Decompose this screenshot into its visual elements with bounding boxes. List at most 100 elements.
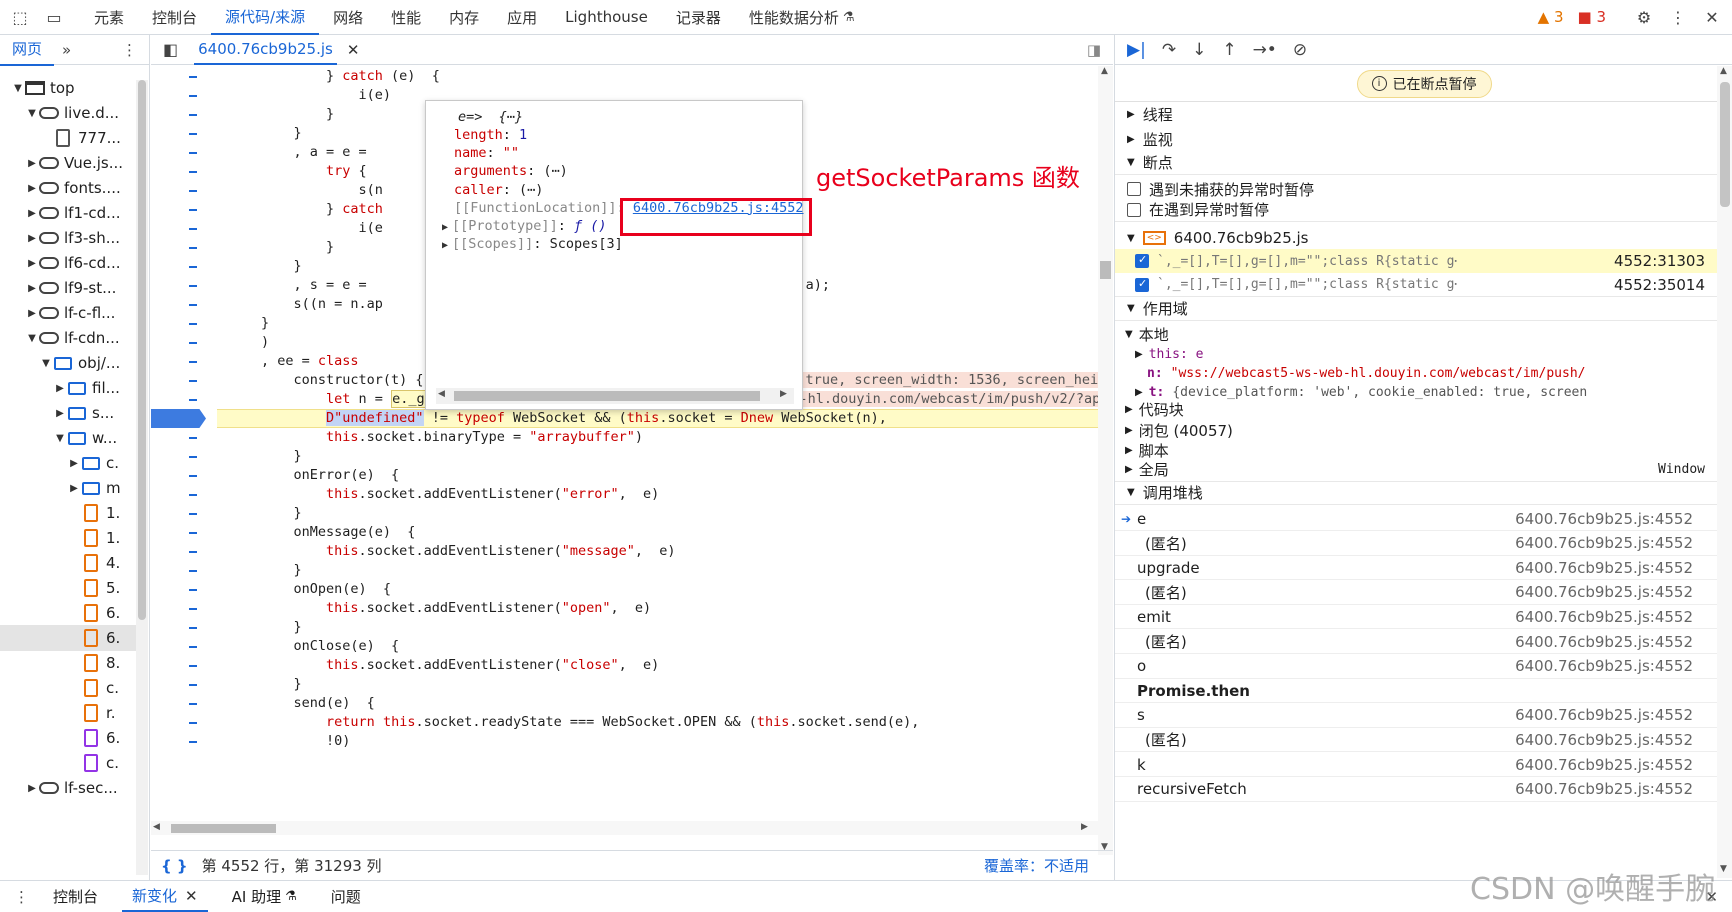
tree-item[interactable]: r. bbox=[0, 700, 136, 726]
call-frame[interactable]: o 6400.76cb9b25.js:4552 bbox=[1115, 655, 1717, 679]
threads-section[interactable]: ▶ 线程 bbox=[1115, 102, 1717, 126]
scope-section[interactable]: ▼ 作用域 bbox=[1115, 297, 1717, 321]
inspect-element-icon[interactable]: ⬚ bbox=[6, 3, 34, 31]
drawer-tab-0[interactable]: 控制台 bbox=[43, 881, 108, 912]
tree-item[interactable]: ▶ lf1-cd... bbox=[0, 200, 136, 226]
line-gutter-marker[interactable] bbox=[189, 209, 197, 211]
call-frame[interactable]: recursiveFetch 6400.76cb9b25.js:4552 bbox=[1115, 778, 1717, 802]
call-frame[interactable]: s 6400.76cb9b25.js:4552 bbox=[1115, 704, 1717, 728]
tab-9[interactable]: 性能数据分析 bbox=[735, 0, 853, 35]
line-gutter-marker[interactable] bbox=[189, 551, 197, 553]
breakpoints-section[interactable]: ▼ 断点 bbox=[1115, 151, 1717, 175]
expand-arrow-right-icon[interactable]: ▶ bbox=[54, 408, 66, 419]
tree-scrollbar-thumb[interactable] bbox=[138, 80, 146, 620]
line-gutter-marker[interactable] bbox=[189, 399, 197, 401]
line-gutter-marker[interactable] bbox=[189, 76, 197, 78]
line-gutter-marker[interactable] bbox=[189, 114, 197, 116]
sidebar-scroll-down-icon[interactable]: ▼ bbox=[1720, 864, 1727, 874]
call-frame-location[interactable]: 6400.76cb9b25.js:4552 bbox=[1515, 608, 1693, 626]
scroll-right-icon[interactable]: ▶ bbox=[1081, 822, 1088, 832]
popover-scrollbar-thumb[interactable] bbox=[454, 391, 760, 401]
settings-gear-icon[interactable]: ⚙ bbox=[1630, 3, 1658, 31]
expand-arrow-right-icon[interactable]: ▶ bbox=[26, 183, 38, 194]
expand-arrow-down-icon[interactable]: ▼ bbox=[1125, 329, 1133, 340]
step-out-icon[interactable]: ↑ bbox=[1222, 40, 1236, 60]
scroll-left-icon[interactable]: ◀ bbox=[153, 822, 160, 832]
expand-arrow-down-icon[interactable]: ▼ bbox=[1127, 233, 1135, 244]
warnings-badge[interactable]: ▲ 3 bbox=[1538, 8, 1564, 26]
line-gutter-marker[interactable] bbox=[189, 323, 197, 325]
pause-uncaught-checkbox[interactable] bbox=[1127, 182, 1141, 196]
expand-arrow-right-icon[interactable]: ▶ bbox=[68, 458, 80, 469]
line-gutter-marker[interactable] bbox=[189, 475, 197, 477]
expand-arrow-right-icon[interactable]: ▶ bbox=[26, 308, 38, 319]
deactivate-breakpoints-icon[interactable]: ⊘ bbox=[1293, 40, 1307, 60]
popover-property[interactable]: ▶ [[Prototype]]: ƒ () bbox=[442, 218, 606, 234]
expand-arrow-right-icon[interactable]: ▶ bbox=[26, 283, 38, 294]
popover-property[interactable]: length: 1 bbox=[454, 127, 527, 143]
line-gutter-marker[interactable] bbox=[189, 304, 197, 306]
expand-arrow-down-icon[interactable]: ▼ bbox=[26, 108, 38, 119]
line-gutter-marker[interactable] bbox=[189, 646, 197, 648]
drawer-tab-1[interactable]: 新变化 ✕ bbox=[122, 881, 208, 912]
expand-arrow-down-icon[interactable]: ▼ bbox=[12, 83, 24, 94]
call-frame[interactable]: upgrade 6400.76cb9b25.js:4552 bbox=[1115, 556, 1717, 581]
tree-item[interactable]: 1. bbox=[0, 500, 136, 526]
line-gutter-marker[interactable] bbox=[189, 342, 197, 344]
tree-item[interactable]: ▶ c. bbox=[0, 450, 136, 476]
expand-arrow-right-icon[interactable]: ▶ bbox=[1125, 425, 1133, 436]
drawer-tab-2[interactable]: AI 助理 ⚗ bbox=[222, 881, 307, 912]
tab-0[interactable]: 元素 bbox=[80, 0, 138, 35]
call-frame-location[interactable]: 6400.76cb9b25.js:4552 bbox=[1515, 633, 1693, 651]
device-toolbar-icon[interactable]: ▭ bbox=[40, 3, 68, 31]
call-frame-location[interactable]: 6400.76cb9b25.js:4552 bbox=[1515, 534, 1693, 552]
editor-vscrollbar[interactable]: ▲ ▼ bbox=[1098, 66, 1113, 855]
pretty-print-icon[interactable]: { } bbox=[161, 857, 188, 875]
tree-item[interactable]: 6. bbox=[0, 600, 136, 626]
call-frame[interactable]: (匿名) 6400.76cb9b25.js:4552 bbox=[1115, 728, 1717, 753]
sidebar-scrollbar[interactable]: ▲ ▼ bbox=[1717, 66, 1732, 878]
drawer-tab-3[interactable]: 问题 bbox=[321, 881, 371, 912]
pause-caught-checkbox[interactable] bbox=[1127, 202, 1141, 217]
sidebar-scrollbar-thumb[interactable] bbox=[1720, 82, 1730, 207]
tree-item[interactable]: 5. bbox=[0, 575, 136, 601]
tree-item[interactable]: ▶ Vue.js... bbox=[0, 150, 136, 176]
call-frame-location[interactable]: 6400.76cb9b25.js:4552 bbox=[1515, 706, 1693, 724]
popover-hscrollbar[interactable]: ◀ ▶ bbox=[436, 388, 794, 404]
expand-arrow-down-icon[interactable]: ▼ bbox=[1127, 487, 1135, 498]
expand-arrow-right-icon[interactable]: ▶ bbox=[26, 158, 38, 169]
tab-2[interactable]: 源代码/来源 bbox=[211, 0, 320, 35]
call-frame[interactable]: k 6400.76cb9b25.js:4552 bbox=[1115, 753, 1717, 777]
line-gutter-marker[interactable] bbox=[189, 532, 197, 534]
call-frame-location[interactable]: 6400.76cb9b25.js:4552 bbox=[1515, 756, 1693, 774]
tree-item[interactable]: 6. bbox=[0, 725, 136, 751]
editor-hscrollbar-thumb[interactable] bbox=[171, 824, 276, 833]
call-frame-location[interactable]: 6400.76cb9b25.js:4552 bbox=[1515, 583, 1693, 601]
breakpoint-row[interactable]: `,_=[],T=[],g=[],m="";class R{static g⋯ 4… bbox=[1115, 273, 1717, 297]
expand-arrow-right-icon[interactable]: ▶ bbox=[54, 383, 66, 394]
line-gutter-marker[interactable] bbox=[189, 627, 197, 629]
line-gutter-marker[interactable] bbox=[189, 513, 197, 515]
resume-icon[interactable]: ▶| bbox=[1127, 40, 1146, 60]
tree-item[interactable]: ▶ lf6-cd... bbox=[0, 250, 136, 276]
line-gutter-marker[interactable] bbox=[189, 703, 197, 705]
call-frame[interactable]: (匿名) 6400.76cb9b25.js:4552 bbox=[1115, 532, 1717, 556]
more-tabs-chevron-icon[interactable]: » bbox=[62, 41, 71, 59]
tab-1[interactable]: 控制台 bbox=[138, 0, 211, 35]
line-gutter-marker[interactable] bbox=[189, 95, 197, 97]
call-frame[interactable]: (匿名) 6400.76cb9b25.js:4552 bbox=[1115, 630, 1717, 654]
call-frame[interactable]: (匿名) 6400.76cb9b25.js:4552 bbox=[1115, 581, 1717, 605]
expand-arrow-right-icon[interactable]: ▶ bbox=[442, 240, 448, 251]
call-frame-location[interactable]: 6400.76cb9b25.js:4552 bbox=[1515, 657, 1693, 675]
tree-item[interactable]: ▼ top bbox=[0, 75, 136, 101]
expand-arrow-right-icon[interactable]: ▶ bbox=[1125, 464, 1133, 475]
tab-4[interactable]: 性能 bbox=[377, 0, 435, 35]
expand-arrow-right-icon[interactable]: ▶ bbox=[26, 208, 38, 219]
tree-item[interactable]: 8. bbox=[0, 650, 136, 676]
tree-item[interactable]: ▼ obj/... bbox=[0, 350, 136, 376]
breakpoint-row[interactable]: `,_=[],T=[],g=[],m="";class R{static g⋯ 4… bbox=[1115, 249, 1717, 273]
call-frame[interactable]: emit 6400.76cb9b25.js:4552 bbox=[1115, 605, 1717, 630]
popover-scroll-right-icon[interactable]: ▶ bbox=[780, 389, 787, 399]
line-gutter-marker[interactable] bbox=[189, 608, 197, 610]
step-icon[interactable]: →• bbox=[1253, 40, 1277, 60]
